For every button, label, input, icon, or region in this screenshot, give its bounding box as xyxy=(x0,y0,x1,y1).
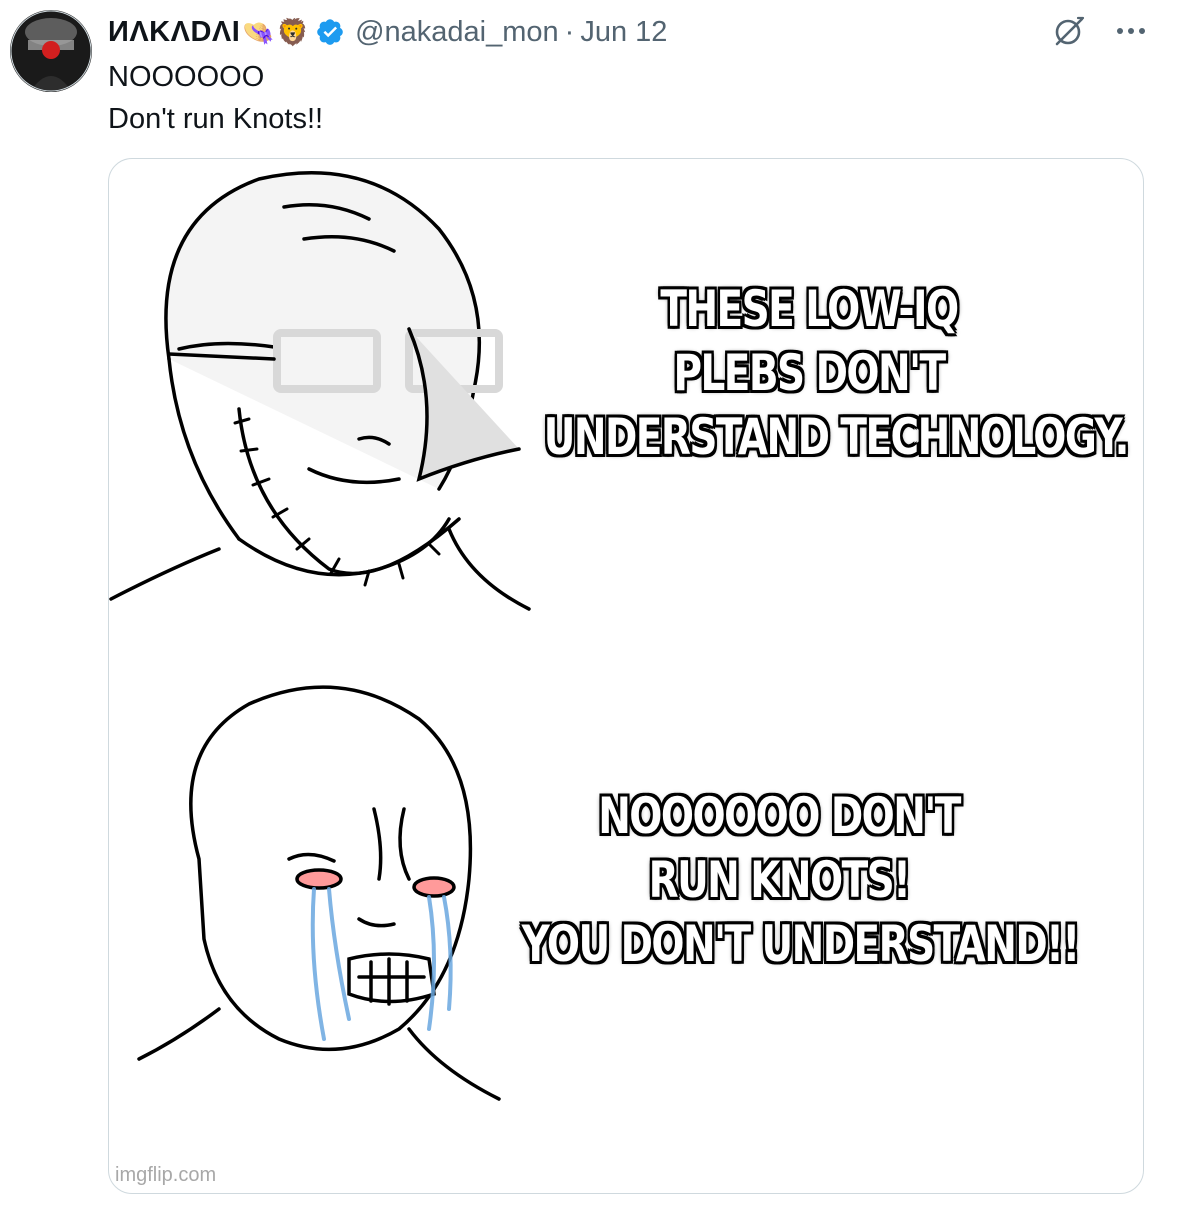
hat-emoji: 👒 xyxy=(242,16,275,47)
bottom-caption-line-2: RUN KNOTS! xyxy=(648,851,911,909)
tweet-date[interactable]: Jun 12 xyxy=(580,16,667,49)
imgflip-watermark: imgflip.com xyxy=(115,1164,217,1186)
crying-wojak-drawing xyxy=(137,685,501,1101)
header-separator: · xyxy=(564,15,575,48)
more-options-icon[interactable] xyxy=(1116,26,1146,36)
avatar-image xyxy=(10,10,92,92)
tweet-text: NOOOOOO Don't run Knots!! xyxy=(108,56,323,140)
tweet-text-line-2: Don't run Knots!! xyxy=(108,103,324,135)
display-name[interactable]: ИΛKΛDΛI xyxy=(108,16,240,49)
top-caption-line-1: THESE LOW-IQ xyxy=(660,280,959,338)
verified-badge-icon[interactable] xyxy=(315,17,345,47)
tweet-text-line-1: NOOOOOO xyxy=(108,61,265,93)
tweet-actions xyxy=(1052,14,1146,48)
tweet-header: ИΛKΛDΛI 👒 🦁 @nakadai_mon · Jun 12 xyxy=(108,12,667,52)
bottom-meme-caption: NOOOOOO DON'T RUN KNOTS! YOU DON'T UNDER… xyxy=(521,784,1081,976)
bottom-caption-line-1: NOOOOOO DON'T xyxy=(598,787,961,845)
smug-wojak-drawing xyxy=(109,171,531,611)
bottom-caption-line-3: YOU DON'T UNDERSTAND!! xyxy=(521,915,1081,973)
author-avatar[interactable] xyxy=(10,10,92,92)
grok-icon[interactable] xyxy=(1052,14,1086,48)
lion-emoji: 🦁 xyxy=(276,16,310,47)
author-handle[interactable]: @nakadai_mon xyxy=(355,16,559,49)
top-caption-line-3: UNDERSTAND TECHNOLOGY. xyxy=(543,408,1130,466)
top-caption-line-2: PLEBS DON'T xyxy=(673,344,946,402)
top-meme-caption: THESE LOW-IQ PLEBS DON'T UNDERSTAND TECH… xyxy=(543,277,1130,469)
tweet-media-image[interactable]: THESE LOW-IQ PLEBS DON'T UNDERSTAND TECH… xyxy=(108,158,1144,1194)
